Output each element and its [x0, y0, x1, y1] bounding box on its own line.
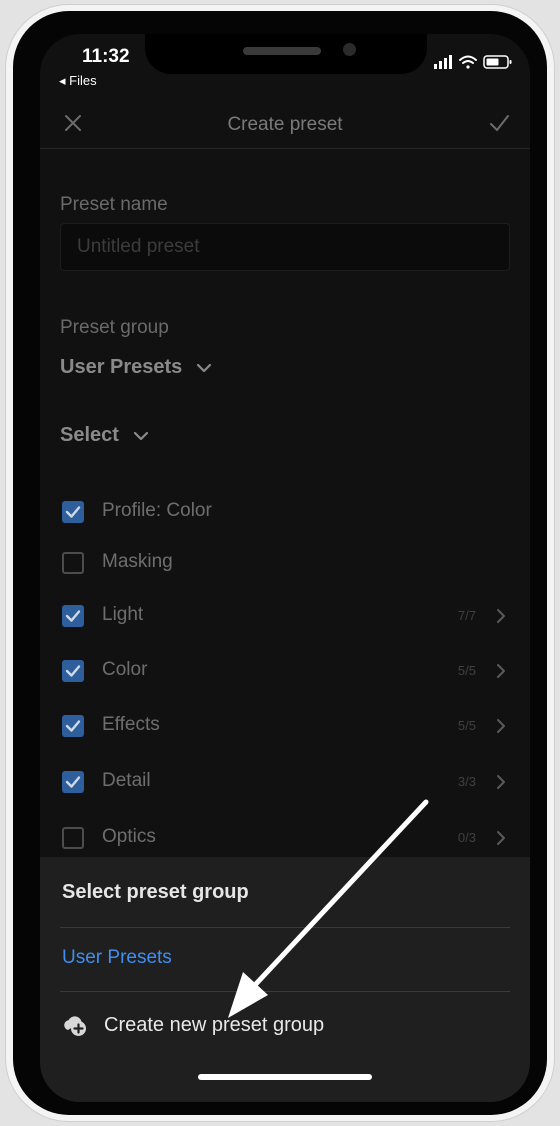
- preset-group-dropdown[interactable]: User Presets: [60, 356, 212, 379]
- checkbox-unchecked[interactable]: [62, 552, 84, 574]
- chevron-right-icon[interactable]: [496, 830, 506, 851]
- status-time: 11:32: [82, 46, 130, 67]
- checkbox-checked[interactable]: [62, 605, 84, 627]
- category-row-profile[interactable]: Profile: Color: [62, 498, 508, 528]
- checkbox-checked[interactable]: [62, 660, 84, 682]
- checkbox-checked[interactable]: [62, 501, 84, 523]
- status-icons: [434, 54, 514, 70]
- user-presets-option[interactable]: User Presets: [62, 947, 172, 969]
- wifi-icon: [459, 55, 477, 69]
- checkmark-icon[interactable]: [488, 112, 510, 139]
- preset-group-sheet: Select preset group User Presets Create …: [40, 857, 530, 1102]
- category-row-color[interactable]: Color 5/5: [62, 657, 508, 687]
- category-label: Color: [102, 659, 148, 680]
- category-label: Masking: [102, 551, 173, 572]
- category-count: 5/5: [457, 663, 476, 678]
- top-bar: Create preset: [40, 102, 530, 149]
- category-count: 5/5: [457, 718, 476, 733]
- signal-icon: [434, 55, 452, 69]
- select-dropdown[interactable]: Select: [60, 424, 149, 447]
- category-count: 3/3: [457, 774, 476, 789]
- chevron-right-icon[interactable]: [496, 663, 506, 684]
- home-indicator: [198, 1074, 372, 1080]
- screen: 11:32 ◂ Files Create preset Preset name …: [40, 34, 530, 1102]
- category-label: Detail: [102, 770, 151, 791]
- category-count: 7/7: [457, 608, 476, 623]
- divider: [60, 927, 510, 928]
- checkbox-checked[interactable]: [62, 715, 84, 737]
- speaker: [243, 47, 321, 55]
- chevron-right-icon[interactable]: [496, 774, 506, 795]
- create-new-preset-group-button[interactable]: Create new preset group: [62, 1011, 324, 1039]
- page-title: Create preset: [227, 114, 343, 135]
- back-to-files-link[interactable]: ◂ Files: [59, 73, 97, 89]
- checkbox-unchecked[interactable]: [62, 827, 84, 849]
- category-row-masking[interactable]: Masking: [62, 549, 508, 579]
- preset-group-value: User Presets: [60, 356, 183, 378]
- category-row-effects[interactable]: Effects 5/5: [62, 712, 508, 742]
- category-row-optics[interactable]: Optics 0/3: [62, 824, 508, 854]
- preset-name-input[interactable]: Untitled preset: [60, 223, 510, 271]
- sheet-title: Select preset group: [62, 881, 249, 903]
- battery-icon: [483, 55, 512, 69]
- cloud-add-icon: [64, 1016, 86, 1036]
- category-label: Effects: [102, 714, 160, 735]
- select-label: Select: [60, 424, 119, 446]
- preset-group-label: Preset group: [60, 317, 169, 338]
- category-count: 0/3: [457, 830, 476, 845]
- chevron-down-icon: [133, 431, 149, 440]
- category-label: Profile: Color: [102, 500, 212, 521]
- preset-name-label: Preset name: [60, 194, 168, 215]
- notch: [145, 34, 427, 74]
- checkbox-checked[interactable]: [62, 771, 84, 793]
- chevron-right-icon[interactable]: [496, 718, 506, 739]
- category-label: Optics: [102, 826, 156, 847]
- create-new-preset-group-label: Create new preset group: [104, 1013, 325, 1036]
- camera: [343, 43, 356, 56]
- divider: [60, 991, 510, 992]
- category-label: Light: [102, 604, 144, 625]
- chevron-right-icon[interactable]: [496, 608, 506, 629]
- chevron-down-icon: [197, 363, 212, 372]
- category-row-detail[interactable]: Detail 3/3: [62, 768, 508, 798]
- category-row-light[interactable]: Light 7/7: [62, 602, 508, 632]
